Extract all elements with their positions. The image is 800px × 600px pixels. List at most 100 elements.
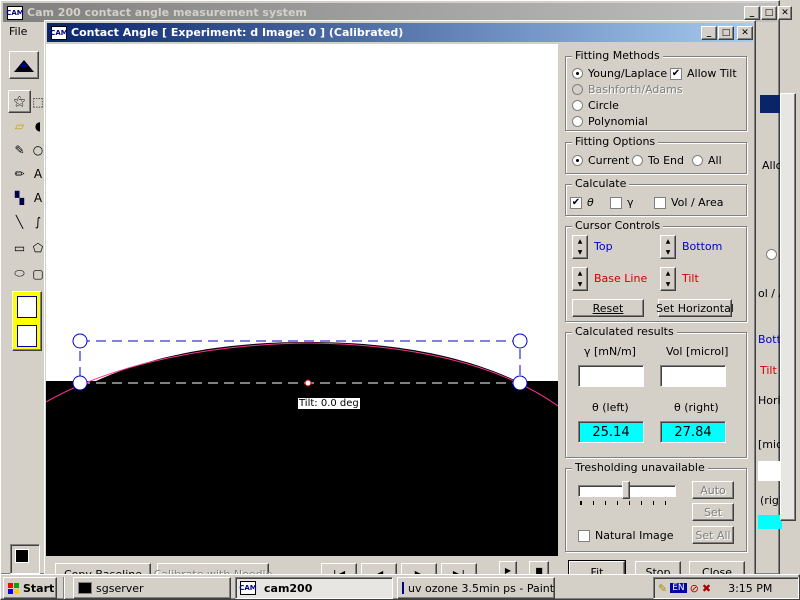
- method-polynomial[interactable]: Polynomial: [572, 115, 648, 128]
- option-transparent-icon: [17, 325, 37, 347]
- theta-checkbox[interactable]: ✔: [570, 196, 582, 209]
- curve-icon: ∫: [34, 214, 42, 229]
- allow-tilt-label: Allow Tilt: [687, 67, 737, 80]
- radio-to-end[interactable]: [632, 155, 643, 166]
- tilt-down-arrow[interactable]: ▼: [661, 279, 675, 290]
- radio-bashforth-adams: [572, 84, 583, 95]
- task-paint[interactable]: uv ozone 3.5min ps - Paint: [397, 577, 555, 599]
- fitting-options-group: Fitting Options Current To End All: [565, 135, 747, 174]
- ellipse-tool[interactable]: ⬭: [8, 262, 31, 285]
- child-minimize-button[interactable]: _: [701, 26, 717, 40]
- main-maximize-button[interactable]: □: [761, 6, 777, 20]
- line-tool[interactable]: ╲: [8, 210, 31, 233]
- results-group: Calculated results γ [mN/m] Vol [microl]…: [565, 325, 747, 458]
- tilt-up-arrow[interactable]: ▲: [661, 268, 675, 279]
- menu-file[interactable]: File: [5, 25, 31, 41]
- cursor-handle-top-left[interactable]: [72, 333, 88, 349]
- task-cam200[interactable]: CAM cam200: [235, 577, 393, 599]
- free-select-tool[interactable]: ⚝: [8, 90, 31, 113]
- tool-options-box[interactable]: [12, 291, 42, 351]
- toolbar-mountain-button[interactable]: [9, 51, 39, 79]
- set-button: Set: [692, 503, 734, 521]
- task-sgserver[interactable]: sgserver: [73, 577, 231, 599]
- radio-young-laplace[interactable]: [572, 68, 583, 79]
- top-spinner[interactable]: ▲ ▼: [572, 235, 588, 259]
- set-horizontal-button[interactable]: Set Horizontal: [656, 299, 734, 317]
- tilt-handle[interactable]: [304, 379, 312, 387]
- right-scrollbar[interactable]: [780, 93, 796, 521]
- picker-icon: ✎: [14, 142, 25, 157]
- vol-area-checkbox[interactable]: [654, 196, 666, 209]
- calc-vol-area[interactable]: Vol / Area: [654, 196, 723, 209]
- tilt-label: Tilt: 0.0 deg: [298, 398, 360, 409]
- method-young-laplace[interactable]: Young/Laplace: [572, 67, 667, 80]
- gamma-checkbox[interactable]: [610, 196, 622, 209]
- start-button[interactable]: Start: [3, 577, 57, 599]
- radio-polynomial[interactable]: [572, 116, 583, 127]
- method-circle[interactable]: Circle: [572, 99, 619, 112]
- clock[interactable]: 3:15 PM: [728, 582, 772, 595]
- main-minimize-button[interactable]: _: [744, 6, 760, 20]
- option-to-end[interactable]: To End: [632, 154, 684, 167]
- child-maximize-button[interactable]: □: [718, 26, 734, 40]
- child-close-button[interactable]: ✕: [737, 26, 753, 40]
- radio-current[interactable]: [572, 155, 583, 166]
- pencil-tool[interactable]: ✏: [8, 162, 31, 185]
- threshold-ticks: [580, 501, 676, 505]
- bottom-label: Bottom: [682, 240, 723, 253]
- right-fragment-radio[interactable]: [766, 248, 777, 260]
- allow-tilt[interactable]: ✔ Allow Tilt: [670, 67, 737, 80]
- radio-all[interactable]: [692, 155, 703, 166]
- tilt-spinner[interactable]: ▲ ▼: [660, 267, 676, 291]
- network-icon[interactable]: ⊘: [690, 582, 699, 595]
- cursor-controls-label: Cursor Controls: [572, 219, 664, 232]
- drop-image-canvas[interactable]: Tilt: 0.0 deg: [46, 44, 558, 556]
- option-all[interactable]: All: [692, 154, 722, 167]
- drop-image: [46, 333, 558, 556]
- calc-gamma[interactable]: γ: [610, 196, 634, 209]
- bottom-up-arrow[interactable]: ▲: [661, 236, 675, 247]
- rect-select-tool[interactable]: ⬚: [32, 90, 44, 113]
- contact-angle-titlebar[interactable]: CAM Contact Angle [ Experiment: d Image:…: [47, 23, 753, 42]
- volume-icon[interactable]: ✖: [702, 582, 711, 595]
- fitting-methods-label: Fitting Methods: [572, 49, 663, 62]
- cam-window-icon: CAM: [50, 25, 68, 40]
- threshold-slider-thumb[interactable]: [622, 481, 630, 499]
- brush-tool[interactable]: A: [32, 162, 44, 185]
- top-down-arrow[interactable]: ▼: [573, 247, 587, 258]
- eraser-tool[interactable]: ▱: [8, 114, 31, 137]
- fill-tool[interactable]: ◖: [32, 114, 44, 137]
- curve-tool[interactable]: ∫: [32, 210, 44, 233]
- allow-tilt-checkbox[interactable]: ✔: [670, 67, 682, 80]
- cursor-handle-bottom-right[interactable]: [512, 375, 528, 391]
- calculate-label: Calculate: [572, 177, 630, 190]
- reset-button[interactable]: Reset: [572, 299, 644, 317]
- results-label: Calculated results: [572, 325, 677, 338]
- picker-tool[interactable]: ✎: [8, 138, 31, 161]
- baseline-spinner[interactable]: ▲ ▼: [572, 267, 588, 291]
- baseline-down-arrow[interactable]: ▼: [573, 279, 587, 290]
- radio-circle[interactable]: [572, 100, 583, 111]
- airbrush-tool[interactable]: ▚: [8, 186, 31, 209]
- magnifier-tool[interactable]: ○: [32, 138, 44, 161]
- top-up-arrow[interactable]: ▲: [573, 236, 587, 247]
- color-indicator[interactable]: [10, 544, 40, 574]
- language-indicator[interactable]: EN: [670, 583, 687, 593]
- baseline-up-arrow[interactable]: ▲: [573, 268, 587, 279]
- natural-image[interactable]: Natural Image: [578, 529, 674, 542]
- contact-angle-title: Contact Angle [ Experiment: d Image: 0 ]…: [71, 26, 404, 39]
- cursor-handle-bottom-left[interactable]: [72, 375, 88, 391]
- droplet-shape: [46, 342, 558, 556]
- option-current[interactable]: Current: [572, 154, 629, 167]
- rectangle-tool[interactable]: ▭: [8, 236, 31, 259]
- main-close-button[interactable]: ✕: [778, 6, 792, 20]
- natural-image-checkbox[interactable]: [578, 529, 590, 542]
- polygon-tool[interactable]: ⬠: [32, 236, 44, 259]
- bottom-spinner[interactable]: ▲ ▼: [660, 235, 676, 259]
- pen-icon[interactable]: ✎: [658, 582, 667, 595]
- calc-theta[interactable]: ✔ θ: [570, 196, 594, 209]
- rounded-rect-tool[interactable]: ▢: [32, 262, 44, 285]
- cursor-handle-top-right[interactable]: [512, 333, 528, 349]
- bottom-down-arrow[interactable]: ▼: [661, 247, 675, 258]
- text-tool[interactable]: A: [32, 186, 44, 209]
